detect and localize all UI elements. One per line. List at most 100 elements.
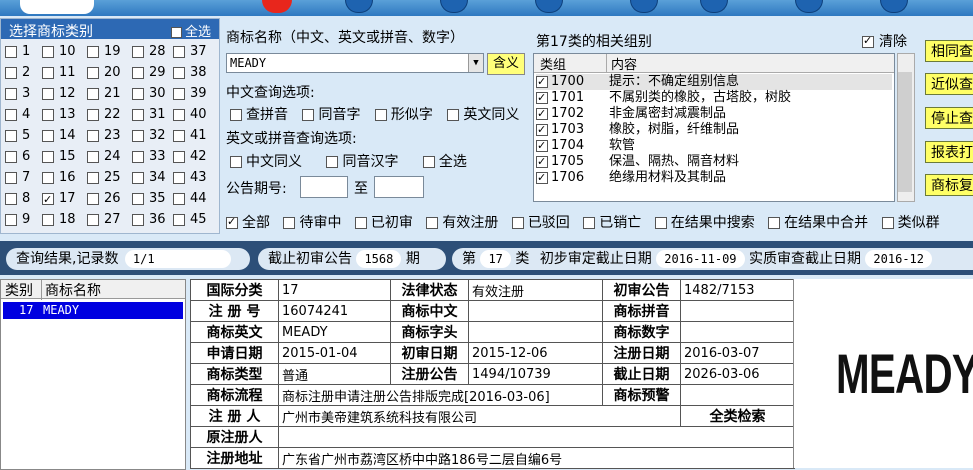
toolbar-icon-6[interactable] <box>795 0 823 13</box>
category-checkbox[interactable] <box>5 66 17 79</box>
chevron-down-icon[interactable]: ▼ <box>468 54 483 72</box>
category-checkbox[interactable] <box>132 87 144 100</box>
option-en-synonym[interactable]: 英文同义 <box>447 107 519 123</box>
period-to-input[interactable] <box>374 176 424 198</box>
category-checkbox[interactable] <box>173 108 185 121</box>
category-15[interactable]: 15 <box>42 148 76 166</box>
category-17[interactable]: 17 <box>42 190 76 209</box>
category-checkbox[interactable] <box>132 171 144 184</box>
category-checkbox[interactable] <box>132 150 144 163</box>
category-9[interactable]: 9 <box>5 211 30 229</box>
category-4[interactable]: 4 <box>5 106 30 124</box>
filter-pending[interactable]: 待审中 <box>283 215 341 231</box>
category-checkbox[interactable] <box>42 213 54 226</box>
period-from-input[interactable] <box>300 176 348 198</box>
group-row[interactable]: 1700 提示：不确定组别信息 <box>536 74 892 90</box>
category-24[interactable]: 24 <box>87 148 121 166</box>
category-checkbox[interactable] <box>132 108 144 121</box>
full-search-button[interactable]: 全类检索 <box>680 405 795 427</box>
category-checkbox[interactable] <box>173 192 185 205</box>
result-row[interactable]: 17 MEADY <box>3 302 183 319</box>
category-27[interactable]: 27 <box>87 211 121 229</box>
filter-cancelled[interactable]: 已销亡 <box>583 215 641 231</box>
category-5[interactable]: 5 <box>5 127 30 145</box>
category-checkbox[interactable] <box>42 171 54 184</box>
group-row[interactable]: 1704 软管 <box>536 138 892 154</box>
category-30[interactable]: 30 <box>132 85 166 103</box>
category-23[interactable]: 23 <box>87 127 121 145</box>
category-checkbox[interactable] <box>173 66 185 79</box>
same-search-button[interactable]: 相同查 <box>925 40 973 62</box>
group-checkbox[interactable] <box>536 122 548 138</box>
category-checkbox[interactable] <box>173 150 185 163</box>
category-checkbox[interactable] <box>5 87 17 100</box>
option-homophone[interactable]: 同音字 <box>302 107 360 123</box>
option-pinyin[interactable]: 查拼音 <box>230 107 288 123</box>
category-checkbox[interactable] <box>132 192 144 205</box>
print-report-button[interactable]: 报表打 <box>925 141 973 163</box>
filter-similar-group[interactable]: 类似群 <box>881 215 940 231</box>
toolbar-icon-4[interactable] <box>630 0 658 13</box>
group-row[interactable]: 1703 橡胶，树脂，纤维制品 <box>536 122 892 138</box>
group-checkbox[interactable] <box>536 90 548 106</box>
category-44[interactable]: 44 <box>173 190 207 208</box>
option-cn-synonym[interactable]: 中文同义 <box>230 154 302 170</box>
category-35[interactable]: 35 <box>132 190 166 208</box>
category-checkbox[interactable] <box>42 129 54 142</box>
category-checkbox[interactable] <box>87 66 99 79</box>
category-42[interactable]: 42 <box>173 148 207 166</box>
toolbar-icon-1[interactable] <box>345 0 373 13</box>
stop-search-button[interactable]: 停止查 <box>925 107 973 129</box>
home-icon[interactable] <box>262 0 292 13</box>
category-3[interactable]: 3 <box>5 85 30 103</box>
toolbar-icon-7[interactable] <box>880 0 908 13</box>
trademark-name-input[interactable]: MEADY ▼ <box>226 53 484 73</box>
similar-search-button[interactable]: 近似查 <box>925 73 973 95</box>
group-row[interactable]: 1701 不属别类的橡胶，古塔胶，树胶 <box>536 90 892 106</box>
category-checkbox[interactable] <box>87 108 99 121</box>
category-21[interactable]: 21 <box>87 85 121 103</box>
category-checkbox[interactable] <box>5 150 17 163</box>
toolbar-icon-3[interactable] <box>535 0 563 13</box>
group-row[interactable]: 1705 保温、隔热、隔音材料 <box>536 154 892 170</box>
category-checkbox[interactable] <box>87 150 99 163</box>
category-36[interactable]: 36 <box>132 211 166 229</box>
category-checkbox[interactable] <box>42 108 54 121</box>
category-39[interactable]: 39 <box>173 85 207 103</box>
category-8[interactable]: 8 <box>5 190 30 208</box>
category-18[interactable]: 18 <box>42 211 76 229</box>
option-select-all[interactable]: 全选 <box>422 154 467 170</box>
category-checkbox[interactable] <box>42 87 54 100</box>
category-10[interactable]: 10 <box>42 43 76 61</box>
category-checkbox[interactable] <box>42 45 54 58</box>
category-45[interactable]: 45 <box>173 211 207 229</box>
category-checkbox[interactable] <box>87 87 99 100</box>
filter-search-in-results[interactable]: 在结果中搜索 <box>654 215 755 231</box>
category-checkbox[interactable] <box>5 129 17 142</box>
category-33[interactable]: 33 <box>132 148 166 166</box>
category-22[interactable]: 22 <box>87 106 121 124</box>
category-checkbox[interactable] <box>132 45 144 58</box>
category-checkbox[interactable] <box>5 108 17 121</box>
select-all-categories[interactable]: 全选 <box>171 21 211 40</box>
category-20[interactable]: 20 <box>87 64 121 82</box>
category-checkbox[interactable] <box>42 66 54 79</box>
category-checkbox[interactable] <box>5 213 17 226</box>
category-12[interactable]: 12 <box>42 85 76 103</box>
category-checkbox[interactable] <box>87 213 99 226</box>
group-checkbox[interactable] <box>536 154 548 170</box>
filter-merge-in-results[interactable]: 在结果中合并 <box>768 215 868 231</box>
category-38[interactable]: 38 <box>173 64 207 82</box>
category-checkbox[interactable] <box>132 129 144 142</box>
category-41[interactable]: 41 <box>173 127 207 145</box>
toolbar-icon-5[interactable] <box>700 0 728 13</box>
category-checkbox[interactable] <box>132 213 144 226</box>
category-14[interactable]: 14 <box>42 127 76 145</box>
category-checkbox[interactable] <box>87 129 99 142</box>
category-checkbox[interactable] <box>42 150 54 163</box>
group-checkbox[interactable] <box>536 106 548 122</box>
category-2[interactable]: 2 <box>5 64 30 82</box>
category-37[interactable]: 37 <box>173 43 207 61</box>
category-29[interactable]: 29 <box>132 64 166 82</box>
category-34[interactable]: 34 <box>132 169 166 187</box>
